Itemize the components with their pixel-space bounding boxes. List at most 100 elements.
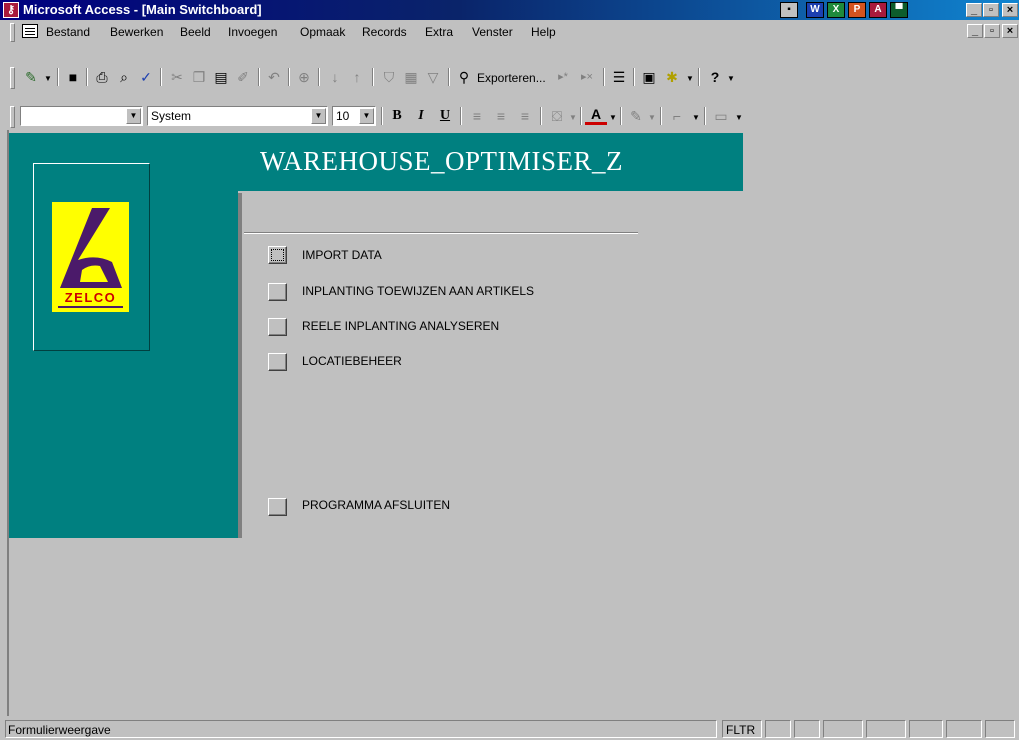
sort-ascending-icon[interactable]: ↓ <box>324 66 346 88</box>
format-painter-icon[interactable]: ✐ <box>232 66 254 88</box>
access-icon[interactable]: A <box>869 2 887 18</box>
align-left-icon[interactable]: ≡ <box>466 105 488 127</box>
print-icon[interactable]: ⎙ <box>91 66 113 88</box>
chevron-down-icon[interactable]: ▼ <box>692 113 700 122</box>
menu-beeld[interactable]: Beeld <box>180 25 211 39</box>
menu-extra[interactable]: Extra <box>425 25 453 39</box>
find-icon[interactable]: ⚲ <box>453 66 475 88</box>
font-size-combo[interactable]: 10 ▼ <box>332 106 376 126</box>
office-shortcut-icon[interactable]: ▪ <box>780 2 798 18</box>
minimize-button[interactable]: _ <box>966 3 982 17</box>
maximize-button[interactable]: ▫ <box>983 3 999 17</box>
toolbar-separator <box>381 107 383 125</box>
database-window-icon[interactable]: ▣ <box>638 66 660 88</box>
logo-text: ZELCO <box>65 290 117 305</box>
underline-button[interactable]: U <box>434 105 456 127</box>
chevron-down-icon[interactable]: ▼ <box>311 108 326 124</box>
inplanting-toewijzen-button[interactable] <box>268 283 287 301</box>
sort-descending-icon[interactable]: ↑ <box>346 66 368 88</box>
import-data-label[interactable]: IMPORT DATA <box>302 248 382 262</box>
menu-opmaak[interactable]: Opmaak <box>300 25 345 39</box>
export-button[interactable]: Exporteren... <box>477 71 546 85</box>
filter-by-form-icon[interactable]: ▦ <box>400 66 422 88</box>
mdi-minimize-button[interactable]: _ <box>967 24 983 38</box>
undo-icon[interactable]: ↶ <box>263 66 285 88</box>
font-color-icon[interactable]: A <box>585 105 607 125</box>
zelco-logo: ZELCO <box>52 202 129 312</box>
italic-button[interactable]: I <box>410 105 432 127</box>
mdi-restore-button[interactable]: ▫ <box>984 24 1000 38</box>
toolbar-grip[interactable] <box>10 106 15 128</box>
toolbar-separator <box>540 107 542 125</box>
spelling-icon[interactable]: ✓ <box>135 66 157 88</box>
locatiebeheer-label[interactable]: LOCATIEBEHEER <box>302 354 402 368</box>
chevron-down-icon[interactable]: ▼ <box>126 108 141 124</box>
menu-bar: Bestand Bewerken Beeld Invoegen Opmaak R… <box>0 20 1019 42</box>
toolbar-separator <box>698 68 700 86</box>
status-panel <box>794 720 820 738</box>
chevron-down-icon[interactable]: ▼ <box>44 74 52 83</box>
powerpoint-icon[interactable]: P <box>848 2 866 18</box>
menu-venster[interactable]: Venster <box>472 25 513 39</box>
chevron-down-icon[interactable]: ▼ <box>727 74 735 83</box>
border-icon[interactable]: ⌐ <box>666 105 688 127</box>
menu-records[interactable]: Records <box>362 25 407 39</box>
toolbar-separator <box>633 68 635 86</box>
menu-grip[interactable] <box>10 23 15 42</box>
align-center-icon[interactable]: ≡ <box>490 105 512 127</box>
apply-filter-icon[interactable]: ▽ <box>422 66 444 88</box>
chevron-down-icon[interactable]: ▼ <box>686 74 694 83</box>
menu-bewerken[interactable]: Bewerken <box>110 25 163 39</box>
programma-afsluiten-button[interactable] <box>268 498 287 516</box>
toolbar-separator <box>372 68 374 86</box>
close-button[interactable]: × <box>1002 3 1018 17</box>
object-combo[interactable]: ▼ <box>20 106 143 126</box>
mdi-close-button[interactable]: × <box>1002 24 1018 38</box>
reele-inplanting-button[interactable] <box>268 318 287 336</box>
import-data-button[interactable] <box>268 246 287 264</box>
formatting-toolbar: ▼ System ▼ 10 ▼ B I U ≡ ≡ ≡ ⛋ ▼ A ▼ ✎ ▼ … <box>0 103 1019 129</box>
status-panel <box>946 720 982 738</box>
line-color-icon[interactable]: ✎ <box>625 105 647 127</box>
bold-button[interactable]: B <box>386 105 408 127</box>
reele-inplanting-label[interactable]: REELE INPLANTING ANALYSEREN <box>302 319 499 333</box>
inplanting-toewijzen-label[interactable]: INPLANTING TOEWIJZEN AAN ARTIKELS <box>302 284 534 298</box>
title-bar[interactable]: ⚷ Microsoft Access - [Main Switchboard] … <box>0 0 1019 20</box>
chevron-down-icon[interactable]: ▼ <box>735 113 743 122</box>
chevron-down-icon[interactable]: ▼ <box>359 108 374 124</box>
print-preview-icon[interactable]: ⌕ <box>113 66 135 88</box>
access-key-icon[interactable]: ⚷ <box>3 2 19 18</box>
menu-help[interactable]: Help <box>531 25 556 39</box>
cut-icon[interactable]: ✂ <box>166 66 188 88</box>
line-width-icon[interactable]: ▭ <box>710 105 732 127</box>
status-panel <box>823 720 863 738</box>
design-view-icon[interactable]: ✎ <box>20 66 42 88</box>
menu-bestand[interactable]: Bestand <box>46 25 90 39</box>
panel-shadow <box>238 193 242 538</box>
chevron-down-icon[interactable]: ▼ <box>609 113 617 122</box>
locatiebeheer-button[interactable] <box>268 353 287 371</box>
new-record-icon[interactable]: ▸* <box>552 66 574 88</box>
menu-invoegen[interactable]: Invoegen <box>228 25 277 39</box>
save-icon[interactable]: ■ <box>62 66 84 88</box>
filter-by-selection-icon[interactable]: ⛉ <box>378 66 400 88</box>
outlook-icon[interactable]: ▀ <box>890 2 908 18</box>
delete-record-icon[interactable]: ▸× <box>576 66 598 88</box>
insert-hyperlink-icon[interactable]: ⊕ <box>293 66 315 88</box>
form-view-toolbar: ✎ ▼ ■ ⎙ ⌕ ✓ ✂ ❐ ▤ ✐ ↶ ⊕ ↓ ↑ ⛉ ▦ ▽ ⚲ Expo… <box>0 63 1019 93</box>
font-combo[interactable]: System ▼ <box>147 106 328 126</box>
form-document-icon[interactable] <box>22 24 38 38</box>
fill-color-icon[interactable]: ⛋ <box>546 105 568 127</box>
copy-icon[interactable]: ❐ <box>188 66 210 88</box>
new-object-icon[interactable]: ✱ <box>661 66 683 88</box>
align-right-icon[interactable]: ≡ <box>514 105 536 127</box>
chevron-down-icon[interactable]: ▼ <box>648 113 656 122</box>
chevron-down-icon[interactable]: ▼ <box>569 113 577 122</box>
help-icon[interactable]: ? <box>704 66 726 88</box>
programma-afsluiten-label[interactable]: PROGRAMMA AFSLUITEN <box>302 498 450 512</box>
word-icon[interactable]: W <box>806 2 824 18</box>
excel-icon[interactable]: X <box>827 2 845 18</box>
paste-icon[interactable]: ▤ <box>210 66 232 88</box>
properties-icon[interactable]: ☰ <box>608 66 630 88</box>
status-panel <box>909 720 943 738</box>
